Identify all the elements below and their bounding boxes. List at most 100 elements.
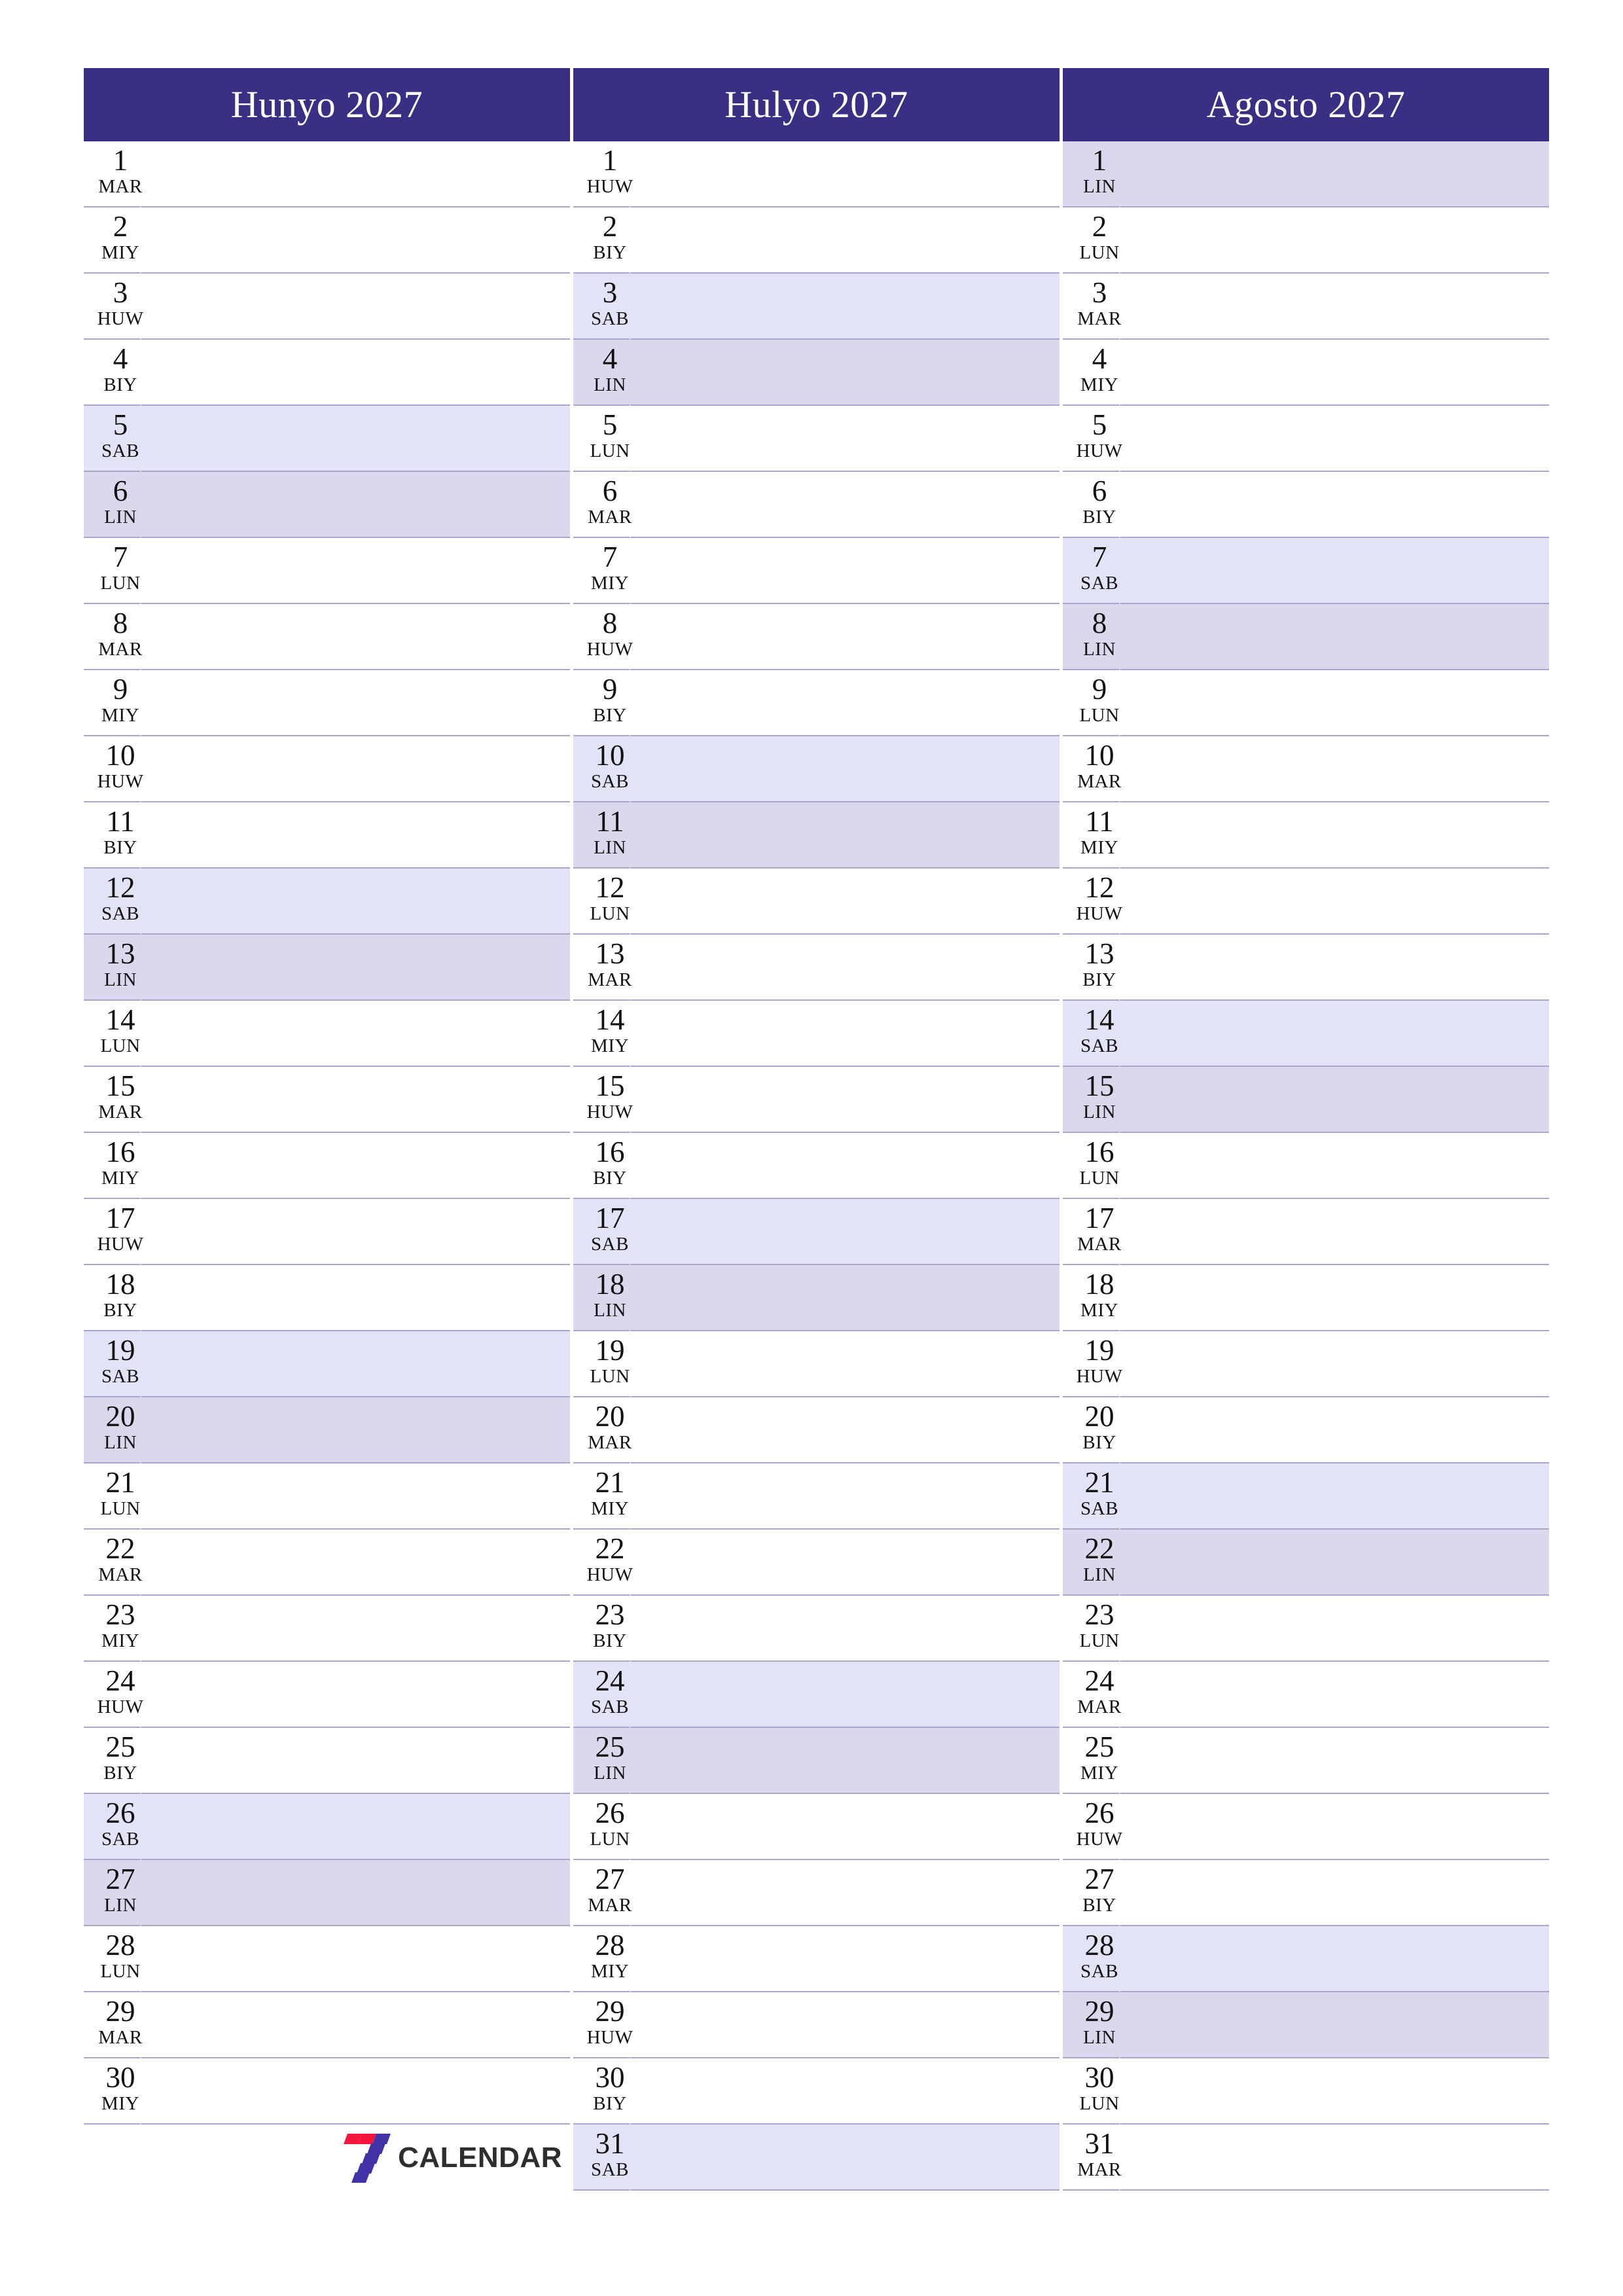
day-row[interactable]: 5 HUW [1063, 406, 1549, 472]
day-row[interactable]: 15 HUW [573, 1067, 1060, 1133]
day-row[interactable]: 6 BIY [1063, 472, 1549, 538]
day-row[interactable]: 3 SAB [573, 274, 1060, 340]
day-row[interactable]: 2 MIY [84, 207, 570, 274]
day-row[interactable]: 18 MIY [1063, 1265, 1549, 1331]
day-row[interactable]: 27 BIY [1063, 1860, 1549, 1926]
day-row[interactable]: 3 MAR [1063, 274, 1549, 340]
day-row[interactable]: 17 MAR [1063, 1199, 1549, 1265]
day-row[interactable]: 1 MAR [84, 141, 570, 207]
day-row[interactable]: 9 BIY [573, 670, 1060, 736]
day-row[interactable]: 8 LIN [1063, 604, 1549, 670]
day-row[interactable]: 4 BIY [84, 340, 570, 406]
day-row[interactable]: 13 LIN [84, 935, 570, 1001]
day-row[interactable]: 31 MAR [1063, 2125, 1549, 2191]
day-row[interactable]: 24 SAB [573, 1662, 1060, 1728]
day-row[interactable]: 22 LIN [1063, 1530, 1549, 1596]
day-row[interactable]: 18 BIY [84, 1265, 570, 1331]
day-row[interactable]: 5 SAB [84, 406, 570, 472]
day-row[interactable]: 7 SAB [1063, 538, 1549, 604]
day-row[interactable]: 10 SAB [573, 736, 1060, 802]
day-row[interactable]: 9 MIY [84, 670, 570, 736]
day-row[interactable]: 10 MAR [1063, 736, 1549, 802]
day-row[interactable]: 12 HUW [1063, 869, 1549, 935]
day-row[interactable]: 24 HUW [84, 1662, 570, 1728]
day-row[interactable]: 27 LIN [84, 1860, 570, 1926]
day-row[interactable]: 7 MIY [573, 538, 1060, 604]
day-row[interactable]: 20 LIN [84, 1397, 570, 1463]
day-row[interactable]: 23 MIY [84, 1596, 570, 1662]
day-row[interactable]: 21 LUN [84, 1463, 570, 1530]
day-row[interactable]: 19 SAB [84, 1331, 570, 1397]
day-row[interactable]: 8 MAR [84, 604, 570, 670]
day-row[interactable]: 26 SAB [84, 1794, 570, 1860]
day-row[interactable]: 8 HUW [573, 604, 1060, 670]
day-row[interactable]: 29 HUW [573, 1992, 1060, 2058]
day-row[interactable]: 6 LIN [84, 472, 570, 538]
day-row[interactable]: 30 BIY [573, 2058, 1060, 2125]
day-row[interactable]: 9 LUN [1063, 670, 1549, 736]
day-row[interactable]: 19 HUW [1063, 1331, 1549, 1397]
day-row[interactable]: 23 LUN [1063, 1596, 1549, 1662]
brand-logo: CALENDAR [343, 2133, 562, 2183]
day-row[interactable]: 31 SAB [573, 2125, 1060, 2191]
day-row[interactable]: 22 HUW [573, 1530, 1060, 1596]
day-row[interactable]: 7 LUN [84, 538, 570, 604]
day-row[interactable]: 26 LUN [573, 1794, 1060, 1860]
day-row[interactable]: 16 MIY [84, 1133, 570, 1199]
day-row[interactable]: 14 SAB [1063, 1001, 1549, 1067]
day-row[interactable]: 16 BIY [573, 1133, 1060, 1199]
day-row[interactable]: 15 LIN [1063, 1067, 1549, 1133]
day-row[interactable]: 11 BIY [84, 802, 570, 869]
day-row[interactable]: 16 LUN [1063, 1133, 1549, 1199]
day-row[interactable]: 25 LIN [573, 1728, 1060, 1794]
day-row[interactable]: 5 LUN [573, 406, 1060, 472]
day-row[interactable]: 25 MIY [1063, 1728, 1549, 1794]
day-row[interactable]: 23 BIY [573, 1596, 1060, 1662]
day-row[interactable]: 28 MIY [573, 1926, 1060, 1992]
weekday-abbreviation: SAB [1080, 1035, 1118, 1056]
day-row[interactable]: 10 HUW [84, 736, 570, 802]
weekday-abbreviation: MAR [588, 507, 632, 528]
day-row[interactable]: 14 MIY [573, 1001, 1060, 1067]
day-row[interactable]: 20 BIY [1063, 1397, 1549, 1463]
day-row[interactable]: 17 SAB [573, 1199, 1060, 1265]
day-number: 29 [595, 1995, 625, 2028]
day-number: 2 [113, 210, 128, 243]
day-row[interactable]: 30 LUN [1063, 2058, 1549, 2125]
day-row[interactable]: 2 LUN [1063, 207, 1549, 274]
day-row[interactable]: 13 MAR [573, 935, 1060, 1001]
day-row[interactable]: 12 SAB [84, 869, 570, 935]
day-row[interactable]: 19 LUN [573, 1331, 1060, 1397]
day-row[interactable]: 17 HUW [84, 1199, 570, 1265]
day-row[interactable]: 26 HUW [1063, 1794, 1549, 1860]
day-row[interactable]: 18 LIN [573, 1265, 1060, 1331]
day-row[interactable]: 4 LIN [573, 340, 1060, 406]
day-row[interactable]: 29 MAR [84, 1992, 570, 2058]
day-row[interactable]: 3 HUW [84, 274, 570, 340]
day-row[interactable]: 21 SAB [1063, 1463, 1549, 1530]
day-row[interactable]: 4 MIY [1063, 340, 1549, 406]
day-row[interactable]: 20 MAR [573, 1397, 1060, 1463]
day-row[interactable]: 1 LIN [1063, 141, 1549, 207]
day-row[interactable]: 29 LIN [1063, 1992, 1549, 2058]
day-row[interactable]: 2 BIY [573, 207, 1060, 274]
weekday-abbreviation: BIY [593, 1168, 627, 1189]
day-row[interactable]: 27 MAR [573, 1860, 1060, 1926]
day-row[interactable]: 25 BIY [84, 1728, 570, 1794]
day-row[interactable]: 28 SAB [1063, 1926, 1549, 1992]
day-row[interactable]: 11 MIY [1063, 802, 1549, 869]
day-row[interactable]: 6 MAR [573, 472, 1060, 538]
day-row[interactable]: 30 MIY [84, 2058, 570, 2125]
day-row[interactable]: 12 LUN [573, 869, 1060, 935]
day-row[interactable]: 1 HUW [573, 141, 1060, 207]
day-row[interactable]: 13 BIY [1063, 935, 1549, 1001]
day-row[interactable]: 21 MIY [573, 1463, 1060, 1530]
day-row[interactable]: 11 LIN [573, 802, 1060, 869]
day-row[interactable]: 22 MAR [84, 1530, 570, 1596]
day-row[interactable]: 28 LUN [84, 1926, 570, 1992]
day-row[interactable]: 14 LUN [84, 1001, 570, 1067]
weekday-abbreviation: MAR [1077, 1696, 1122, 1717]
day-row[interactable]: 24 MAR [1063, 1662, 1549, 1728]
weekday-abbreviation: LIN [594, 1763, 626, 1784]
day-row[interactable]: 15 MAR [84, 1067, 570, 1133]
